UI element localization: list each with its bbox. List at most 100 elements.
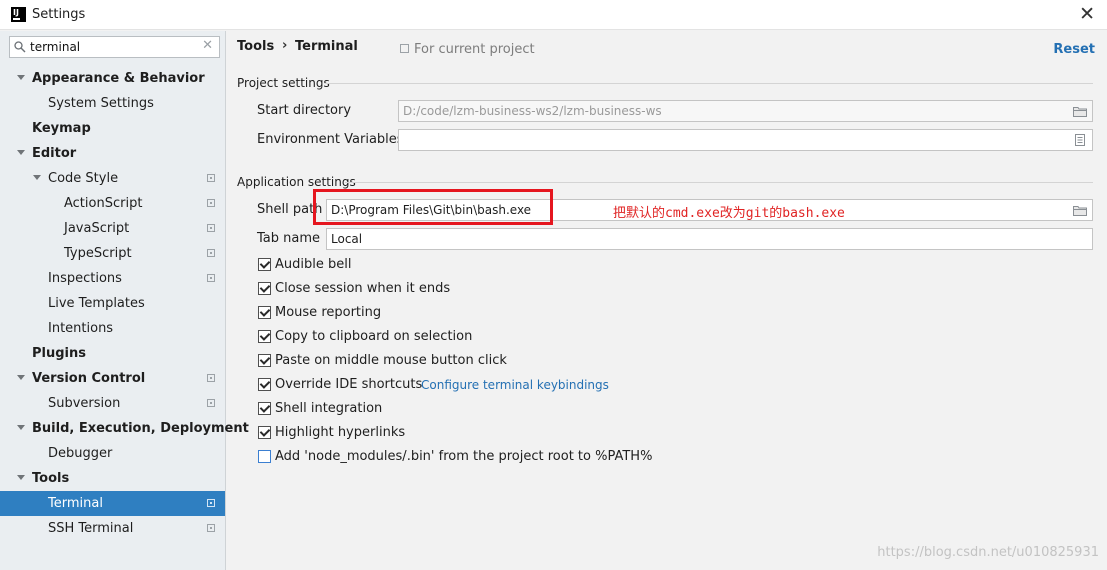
checkbox[interactable]	[258, 330, 271, 343]
sidebar-item-label: SSH Terminal	[48, 521, 134, 536]
project-scope-icon	[207, 524, 215, 532]
sidebar-item-version-control[interactable]: Version Control	[0, 366, 225, 391]
reset-link[interactable]: Reset	[1053, 42, 1095, 57]
clear-search-icon[interactable]: ✕	[202, 38, 213, 53]
configure-keybindings-link[interactable]: Configure terminal keybindings	[421, 378, 609, 392]
project-scope-icon	[207, 174, 215, 182]
sidebar-item-ssh-terminal[interactable]: SSH Terminal	[0, 516, 225, 541]
tab-name-label: Tab name	[257, 231, 321, 246]
option-label: Shell integration	[275, 401, 383, 416]
option-label: Highlight hyperlinks	[275, 425, 406, 440]
section-divider	[345, 182, 1093, 183]
chevron-down-icon[interactable]	[17, 150, 25, 156]
folder-icon[interactable]	[1073, 205, 1087, 216]
option-label: Add 'node_modules/.bin' from the project…	[275, 449, 653, 464]
shell-path-input[interactable]	[331, 201, 601, 219]
checkbox[interactable]	[258, 450, 271, 463]
chevron-down-icon[interactable]	[17, 75, 25, 81]
sidebar-item-label: Live Templates	[48, 296, 145, 311]
sidebar-item-appearance-behavior[interactable]: Appearance & Behavior	[0, 66, 225, 91]
sidebar-item-editor[interactable]: Editor	[0, 141, 225, 166]
sidebar-item-label: Code Style	[48, 171, 119, 186]
option-label: Override IDE shortcuts	[275, 377, 423, 392]
search-input[interactable]	[30, 38, 200, 56]
sidebar-item-debugger[interactable]: Debugger	[0, 441, 225, 466]
checkbox[interactable]	[258, 426, 271, 439]
sidebar-item-label: Editor	[32, 146, 77, 161]
sidebar-item-subversion[interactable]: Subversion	[0, 391, 225, 416]
sidebar-item-build-execution-deployment[interactable]: Build, Execution, Deployment	[0, 416, 249, 441]
checkbox[interactable]	[258, 354, 271, 367]
tab-name-field[interactable]	[326, 228, 1093, 250]
sidebar-item-tools[interactable]: Tools	[0, 466, 225, 491]
sidebar-item-inspections[interactable]: Inspections	[0, 266, 225, 291]
sidebar-item-label: System Settings	[48, 96, 154, 111]
project-settings-title: Project settings	[237, 76, 330, 90]
breadcrumb-terminal: Terminal	[295, 39, 358, 54]
chevron-down-icon[interactable]	[17, 375, 25, 381]
sidebar-item-label: JavaScript	[64, 221, 130, 236]
sidebar-item-actionscript[interactable]: ActionScript	[0, 191, 225, 216]
option-label: Close session when it ends	[275, 281, 451, 296]
watermark: https://blog.csdn.net/u010825931	[877, 545, 1099, 560]
sidebar-item-label: Keymap	[32, 121, 91, 136]
sidebar-item-terminal[interactable]: Terminal	[0, 491, 225, 516]
sidebar-item-javascript[interactable]: JavaScript	[0, 216, 225, 241]
section-divider	[325, 83, 1093, 84]
breadcrumb-separator: ›	[282, 38, 288, 53]
annotation-text: 把默认的cmd.exe改为git的bash.exe	[613, 206, 845, 221]
title-bar: IJ Settings ✕	[0, 0, 1107, 30]
sidebar-item-system-settings[interactable]: System Settings	[0, 91, 225, 116]
sidebar-item-intentions[interactable]: Intentions	[0, 316, 225, 341]
sidebar-item-keymap[interactable]: Keymap	[0, 116, 225, 141]
sidebar-item-label: Terminal	[48, 496, 103, 511]
project-scope-icon	[207, 249, 215, 257]
sidebar-item-label: ActionScript	[64, 196, 143, 211]
sidebar-item-plugins[interactable]: Plugins	[0, 341, 225, 366]
env-vars-label: Environment Variables	[257, 132, 404, 147]
search-icon	[14, 41, 26, 53]
option-label: Audible bell	[275, 257, 352, 272]
chevron-down-icon[interactable]	[17, 425, 25, 431]
sidebar-item-label: Plugins	[32, 346, 86, 361]
sidebar-item-label: Tools	[32, 471, 70, 486]
window-title: Settings	[32, 7, 86, 22]
checkbox[interactable]	[258, 258, 271, 271]
start-directory-field[interactable]	[398, 100, 1093, 122]
sidebar-item-label: Build, Execution, Deployment	[32, 421, 249, 436]
start-directory-input[interactable]	[403, 102, 1063, 120]
checkbox[interactable]	[258, 282, 271, 295]
checkbox[interactable]	[258, 306, 271, 319]
chevron-down-icon[interactable]	[33, 175, 41, 181]
chevron-down-icon[interactable]	[17, 475, 25, 481]
tab-name-input[interactable]	[331, 230, 1081, 248]
sidebar-item-label: Inspections	[48, 271, 122, 286]
sidebar-item-typescript[interactable]: TypeScript	[0, 241, 225, 266]
edit-env-vars-icon[interactable]	[1075, 134, 1085, 146]
sidebar-item-code-style[interactable]: Code Style	[0, 166, 225, 191]
search-box[interactable]: ✕	[9, 36, 220, 58]
shell-path-label: Shell path	[257, 202, 323, 217]
project-scope-icon	[207, 499, 215, 507]
sidebar-item-label: Debugger	[48, 446, 113, 461]
sidebar-item-live-templates[interactable]: Live Templates	[0, 291, 225, 316]
option-label: Paste on middle mouse button click	[275, 353, 507, 368]
sidebar-item-label: Version Control	[32, 371, 146, 386]
breadcrumb-tools[interactable]: Tools	[237, 39, 274, 54]
sidebar-item-label: Intentions	[48, 321, 114, 336]
close-icon[interactable]: ✕	[1079, 3, 1095, 25]
checkbox[interactable]	[258, 378, 271, 391]
env-vars-input[interactable]	[403, 131, 1063, 149]
intellij-logo-icon: IJ	[11, 7, 26, 22]
folder-icon[interactable]	[1073, 106, 1087, 117]
project-scope-icon	[207, 374, 215, 382]
sidebar-item-label: TypeScript	[64, 246, 132, 261]
start-directory-label: Start directory	[257, 103, 352, 118]
env-vars-field[interactable]	[398, 129, 1093, 151]
project-scope-icon	[207, 274, 215, 282]
project-scope-icon	[400, 44, 409, 53]
checkbox[interactable]	[258, 402, 271, 415]
option-label: Mouse reporting	[275, 305, 382, 320]
scope-label: For current project	[414, 42, 535, 57]
project-scope-icon	[207, 199, 215, 207]
